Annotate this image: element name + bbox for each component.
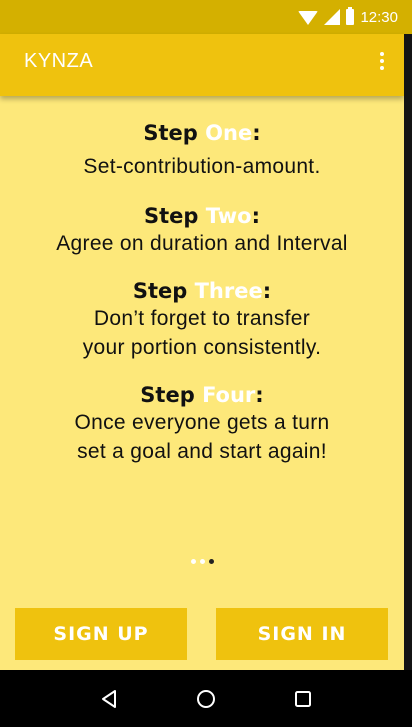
page-dot[interactable] — [199, 559, 205, 564]
step-description-line-2: set a goal and start again! — [77, 440, 327, 463]
step-heading: Step Three: — [0, 278, 404, 304]
page-dot[interactable] — [190, 559, 196, 564]
step-description-line-1: Don’t forget to transfer — [93, 307, 311, 330]
step-heading: Step Two: — [0, 203, 404, 229]
step-one: Step One: Set-contribution-amount. — [0, 120, 404, 181]
step-word: Step — [143, 121, 198, 145]
step-three: Step Three: Don’t forget to transfer you… — [0, 278, 404, 362]
step-description: Set-contribution-amount. — [83, 155, 321, 178]
overflow-dot — [380, 59, 384, 63]
step-word: Step — [143, 204, 199, 228]
app-bar: KYNZA — [0, 34, 404, 96]
recents-icon[interactable] — [285, 681, 321, 717]
system-nav-bar — [0, 670, 412, 727]
step-description: Agree on duration and Interval — [56, 232, 348, 255]
wifi-icon — [298, 11, 319, 25]
page-indicator[interactable] — [0, 559, 404, 564]
app-title: KYNZA — [24, 49, 94, 72]
app-screen: 12:30 KYNZA Step One: Set-contribution-a… — [0, 0, 412, 727]
overflow-dot — [380, 52, 384, 56]
page-dot[interactable] — [208, 559, 214, 564]
status-bar: 12:30 — [0, 0, 412, 34]
status-time: 12:30 — [360, 8, 398, 26]
step-number: Three — [194, 279, 263, 303]
step-heading: Step Four: — [0, 382, 404, 408]
step-heading: Step One: — [0, 120, 404, 146]
step-description-line-2: your portion consistently. — [82, 336, 322, 359]
step-colon: : — [252, 121, 261, 145]
step-four: Step Four: Once everyone gets a turn set… — [0, 382, 404, 466]
step-colon: : — [255, 383, 264, 407]
battery-icon — [346, 7, 355, 25]
step-colon: : — [251, 204, 261, 228]
overflow-dot — [380, 66, 384, 70]
step-number: One — [205, 121, 253, 145]
signal-icon — [324, 9, 341, 25]
step-number: Two — [205, 204, 252, 228]
sign-up-button[interactable]: SIGN UP — [15, 608, 187, 660]
home-icon[interactable] — [188, 681, 224, 717]
back-icon[interactable] — [91, 681, 127, 717]
step-word: Step — [140, 383, 195, 407]
step-colon: : — [262, 279, 272, 303]
right-edge-strip — [404, 34, 412, 670]
overflow-menu-icon[interactable] — [376, 46, 388, 76]
step-two: Step Two: Agree on duration and Interval — [0, 203, 404, 258]
step-description-line-1: Once everyone gets a turn — [74, 411, 330, 434]
step-number: Four — [202, 383, 256, 407]
step-word: Step — [132, 279, 188, 303]
sign-in-button[interactable]: SIGN IN — [216, 608, 388, 660]
